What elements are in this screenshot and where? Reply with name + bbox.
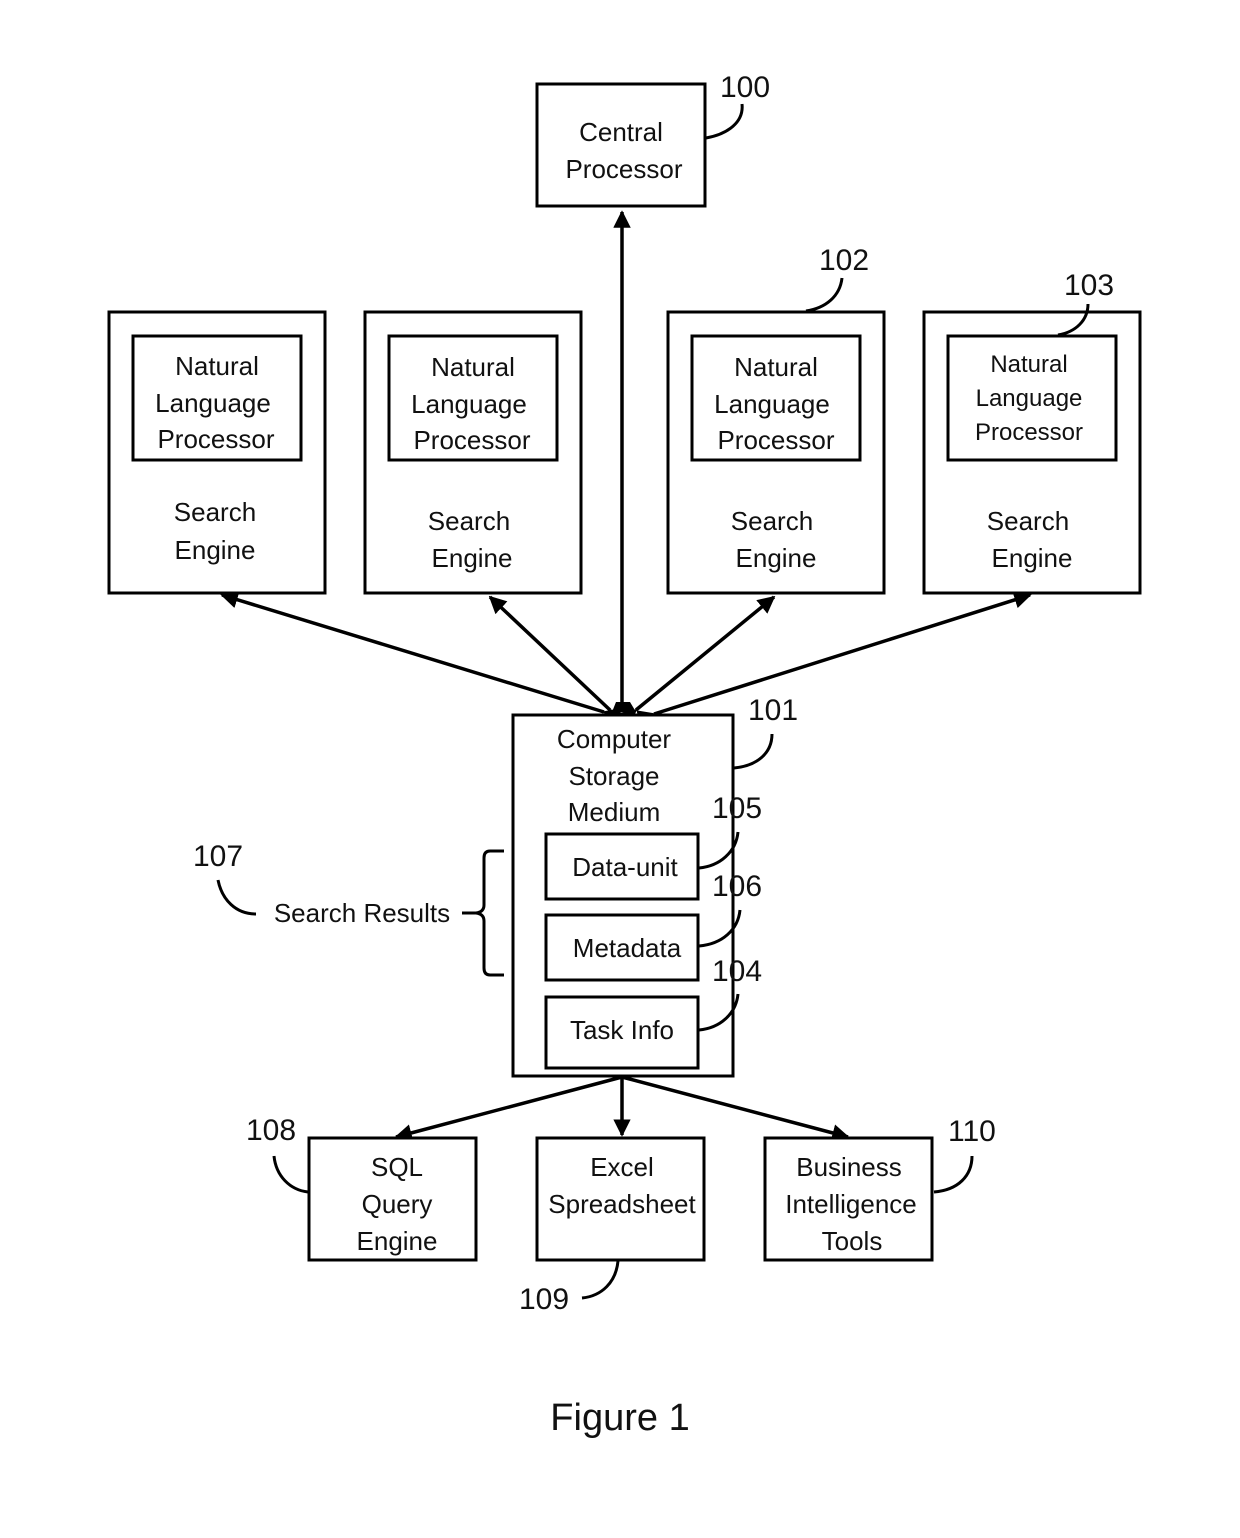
- engine-line-2: Engine: [432, 543, 513, 573]
- bi-tools-node[interactable]: Business Intelligence Tools 110: [763, 1115, 996, 1262]
- search-engine-node-3[interactable]: Natural Language Processor Search Engine…: [666, 244, 886, 595]
- bi-line-1: Business: [796, 1152, 902, 1182]
- sql-line-2: Query: [362, 1189, 433, 1219]
- search-engine-node-1[interactable]: Natural Language Processor Search Engine: [107, 310, 327, 595]
- ref-label-106: 106: [712, 870, 762, 903]
- ref-leader-109: [581, 1260, 620, 1300]
- engine-line-2: Engine: [175, 535, 256, 565]
- engine-line-2: Engine: [736, 543, 817, 573]
- arrow-storage-engine-1: [220, 591, 622, 725]
- ref-label-102: 102: [819, 244, 869, 277]
- storage-line-1: Computer: [557, 724, 671, 754]
- nlp-line-2: Language: [411, 389, 527, 419]
- arrow-storage-engine-4: [636, 591, 1032, 728]
- ref-label-104: 104: [712, 955, 762, 988]
- arrow-storage-engine-2: [488, 595, 628, 728]
- nlp-line-2: Language: [714, 389, 830, 419]
- sql-line-3: Engine: [357, 1226, 438, 1256]
- engine-line-2: Engine: [992, 543, 1073, 573]
- ref-label-107: 107: [193, 840, 243, 873]
- nlp-line-3: Processor: [157, 424, 274, 454]
- search-engine-node-4[interactable]: Natural Language Processor Search Engine…: [922, 269, 1142, 595]
- central-processor-node[interactable]: Central Processor 100: [535, 71, 770, 208]
- nlp-line-2: Language: [155, 388, 271, 418]
- ref-label-105: 105: [712, 792, 762, 825]
- engine-line-1: Search: [987, 506, 1069, 536]
- search-results-annotation: Search Results 107: [193, 840, 504, 977]
- engine-line-1: Search: [731, 506, 813, 536]
- nlp-line-3: Processor: [717, 425, 834, 455]
- arrow-hub: [612, 702, 636, 712]
- ref-leader-102: [805, 277, 844, 313]
- curly-brace: [475, 849, 504, 977]
- figure-caption: Figure 1: [550, 1397, 689, 1439]
- storage-line-3: Medium: [568, 797, 660, 827]
- nlp-line-3: Processor: [975, 419, 1083, 446]
- ref-leader-108: [272, 1155, 309, 1194]
- ref-leader-107: [216, 879, 257, 916]
- data-unit-label: Data-unit: [572, 852, 678, 882]
- engine-line-1: Search: [428, 506, 510, 536]
- arrow-to-bi-tools: [621, 1075, 850, 1142]
- nlp-line-1: Natural: [990, 351, 1067, 378]
- nlp-line-1: Natural: [431, 352, 515, 382]
- storage-node[interactable]: Computer Storage Medium 101 Data-unit 10…: [511, 694, 798, 1078]
- storage-line-2: Storage: [568, 761, 659, 791]
- nlp-line-2: Language: [976, 385, 1083, 412]
- ref-label-100: 100: [720, 71, 770, 104]
- system-diagram: Central Processor 100 Natural Language P…: [107, 71, 1142, 1439]
- nlp-line-3: Processor: [413, 425, 530, 455]
- bi-line-3: Tools: [822, 1226, 883, 1256]
- ref-label-108: 108: [246, 1114, 296, 1147]
- central-processor-line-2: Processor: [565, 154, 682, 184]
- central-processor-line-1: Central: [579, 117, 663, 147]
- ref-leader-101: [733, 733, 774, 770]
- arrow-to-sql-engine: [394, 1075, 623, 1142]
- metadata-label: Metadata: [573, 933, 682, 963]
- excel-line-1: Excel: [590, 1152, 654, 1182]
- ref-label-103: 103: [1064, 269, 1114, 302]
- excel-line-2: Spreadsheet: [548, 1189, 696, 1219]
- ref-label-101: 101: [748, 694, 798, 727]
- bi-line-2: Intelligence: [785, 1189, 917, 1219]
- ref-leader-100: [705, 103, 744, 140]
- ref-leader-110: [933, 1155, 974, 1194]
- sql-query-engine-node[interactable]: SQL Query Engine 108: [246, 1114, 478, 1262]
- ref-label-110: 110: [948, 1115, 996, 1148]
- search-results-label: Search Results: [274, 898, 450, 928]
- nlp-line-1: Natural: [734, 352, 818, 382]
- excel-spreadsheet-node[interactable]: Excel Spreadsheet 109: [519, 1136, 706, 1316]
- task-info-label: Task Info: [570, 1015, 674, 1045]
- engine-line-1: Search: [174, 497, 256, 527]
- ref-label-109: 109: [519, 1283, 569, 1316]
- nlp-line-1: Natural: [175, 351, 259, 381]
- search-engine-node-2[interactable]: Natural Language Processor Search Engine: [363, 310, 583, 595]
- sql-line-1: SQL: [371, 1152, 423, 1182]
